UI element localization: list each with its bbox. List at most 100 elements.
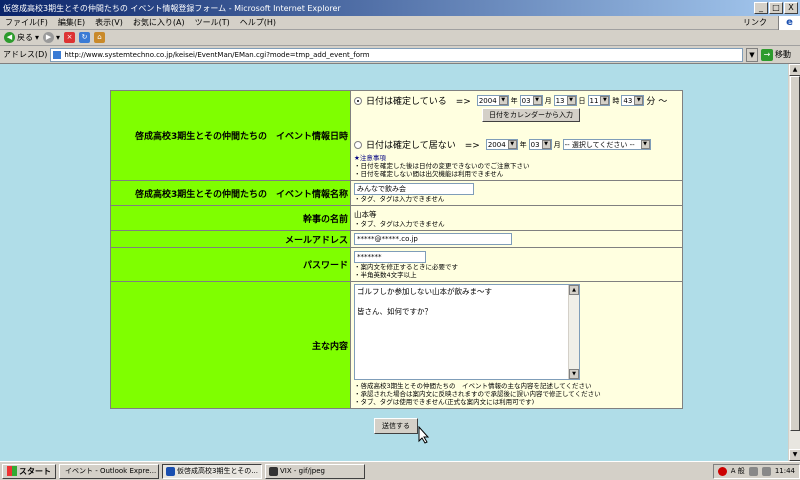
year2-unit: 年 (519, 140, 527, 149)
organizer-value[interactable]: 山本等 (354, 209, 679, 220)
calendar-input-button[interactable]: 日付をカレンダーから入力 (482, 108, 580, 122)
scrollbar-thumb[interactable] (790, 76, 800, 431)
menu-view[interactable]: 表示(V) (90, 17, 128, 28)
task-label: 仮啓成高校3期生とその... (177, 467, 258, 475)
organizer-field: 山本等 ・タブ、タグは入力できません (350, 205, 683, 231)
submit-button[interactable]: 送信する (374, 418, 418, 434)
submit-container: 送信する (374, 418, 418, 434)
menu-file[interactable]: ファイル(F) (0, 17, 53, 28)
window-title: 仮啓成高校3期生とその仲間たちの イベント情報登録フォーム - Microsof… (3, 3, 341, 13)
start-button[interactable]: スタート (2, 463, 56, 479)
content-note-1: ・啓成高校3期生とその仲間たちの イベント情報の主な内容を記述してください (354, 382, 592, 390)
day-select[interactable]: 13 ▼ (553, 95, 577, 106)
menu-tools[interactable]: ツール(T) (190, 17, 235, 28)
chevron-down-icon[interactable]: ▾ (56, 33, 60, 42)
refresh-icon: ↻ (79, 32, 91, 43)
stop-button[interactable]: × (64, 32, 76, 43)
taskbar-item-vix[interactable]: VIX - gif/jpeg (265, 463, 365, 479)
forward-arrow-icon: ▶ (43, 32, 55, 43)
event-name-note: ・タグ、タグは入力できません (354, 195, 445, 203)
page-icon (53, 50, 62, 59)
page-scrollbar[interactable]: ▲ ▼ (788, 64, 800, 461)
password-note-1: ・案内文を修正するときに必要です (354, 262, 458, 271)
start-label: スタート (19, 466, 51, 476)
page-content: 啓成高校3期生とその仲間たちの イベント情報日時 日付は確定している => 20… (0, 64, 788, 461)
home-button[interactable]: ⌂ (94, 32, 106, 43)
month-select[interactable]: 03 ▼ (519, 95, 543, 106)
event-name-field: みんなで飲み会 ・タグ、タグは入力できません (350, 180, 683, 206)
event-name-label: 啓成高校3期生とその仲間たちの イベント情報名称 (110, 180, 351, 206)
address-url: http://www.systemtechno.co.jp/keisei/Eve… (64, 50, 370, 59)
month-unit: 月 (544, 96, 552, 105)
chevron-down-icon: ▼ (541, 140, 551, 149)
chevron-down-icon: ▼ (640, 140, 650, 149)
minute-unit: 分 〜 (646, 97, 668, 107)
chevron-down-icon: ▼ (532, 96, 542, 105)
year-select[interactable]: 2004 ▼ (476, 95, 509, 106)
event-form-table: 啓成高校3期生とその仲間たちの イベント情報日時 日付は確定している => 20… (110, 90, 683, 409)
minimize-button[interactable]: _ (754, 2, 768, 14)
address-dropdown-button[interactable]: ▼ (746, 47, 758, 62)
textarea-scrollbar[interactable]: ▲ ▼ (568, 285, 579, 379)
taskbar-item-ie[interactable]: 仮啓成高校3期生とその... (162, 463, 262, 479)
password-input[interactable]: ******* (354, 250, 426, 263)
maximize-button[interactable]: □ (769, 2, 783, 14)
clock[interactable]: 11:44 (775, 467, 795, 475)
taskbar: スタート イベント - Outlook Expre... 仮啓成高校3期生とその… (0, 461, 800, 480)
mouse-cursor-icon (418, 426, 430, 444)
datetime-note-1: ・日付を確定した後は日付の変更できないのでご注意下さい (354, 162, 530, 170)
date-fixed-radio[interactable] (354, 96, 362, 105)
back-button[interactable]: ◀ 戻る ▾ (4, 32, 39, 43)
content-line-2: 皆さん、如何ですか？ (357, 307, 432, 316)
stop-icon: × (64, 32, 76, 43)
scroll-down-icon[interactable]: ▼ (789, 449, 800, 461)
content-field: ゴルフしか参加しない山本が飲みま〜す 皆さん、如何ですか？ ▲ ▼ ・啓成高校3… (350, 281, 683, 409)
content-textarea[interactable]: ゴルフしか参加しない山本が飲みま〜す 皆さん、如何ですか？ ▲ ▼ (354, 284, 580, 380)
address-input[interactable]: http://www.systemtechno.co.jp/keisei/Eve… (50, 47, 743, 62)
go-label: 移動 (775, 50, 791, 59)
month2-select[interactable]: 03 ▼ (528, 139, 552, 150)
links-label[interactable]: リンク (738, 17, 772, 28)
window-titlebar[interactable]: 仮啓成高校3期生とその仲間たちの イベント情報登録フォーム - Microsof… (0, 0, 800, 16)
datetime-note-2: ・日付を確定しない間は出欠機能は利用できません (354, 170, 504, 178)
minute-select[interactable]: 43 ▼ (621, 95, 645, 106)
year2-select[interactable]: 2004 ▼ (485, 139, 518, 150)
address-bar: アドレス(D) http://www.systemtechno.co.jp/ke… (0, 46, 800, 64)
hour-select[interactable]: 11 ▼ (587, 95, 611, 106)
password-label: パスワード (110, 247, 351, 282)
scroll-down-icon[interactable]: ▼ (569, 369, 579, 379)
volume-icon[interactable] (761, 466, 771, 476)
year-unit: 年 (510, 96, 518, 105)
scroll-up-icon[interactable]: ▲ (569, 285, 579, 295)
table-row: 啓成高校3期生とその仲間たちの イベント情報日時 日付は確定している => 20… (110, 90, 683, 181)
ime-mode[interactable]: A 般 (731, 466, 745, 476)
forward-button[interactable]: ▶ ▾ (43, 32, 60, 43)
email-input[interactable]: *****@*****.co.jp (354, 233, 512, 245)
password-note-2: ・半角英数4文字以上 (354, 270, 417, 279)
refresh-button[interactable]: ↻ (79, 32, 91, 43)
close-button[interactable]: X (784, 2, 798, 14)
month2-unit: 月 (553, 140, 561, 149)
back-label: 戻る (17, 33, 33, 42)
day-unit: 日 (578, 96, 586, 105)
menu-edit[interactable]: 編集(E) (53, 17, 90, 28)
table-row: メールアドレス *****@*****.co.jp (110, 230, 683, 248)
menu-favorites[interactable]: お気に入り(A) (128, 17, 190, 28)
ime-icon[interactable] (717, 466, 727, 476)
chevron-down-icon: ▼ (498, 96, 508, 105)
windows-logo-icon (7, 466, 17, 476)
chevron-down-icon[interactable]: ▾ (35, 33, 39, 42)
menu-help[interactable]: ヘルプ(H) (235, 17, 281, 28)
address-label: アドレス(D) (3, 50, 48, 59)
chevron-down-icon: ▼ (507, 140, 517, 149)
email-label: メールアドレス (110, 230, 351, 248)
event-name-input[interactable]: みんなで飲み会 (354, 183, 474, 195)
period-select[interactable]: -- 選択してください -- ▼ (562, 139, 651, 150)
go-button[interactable]: → 移動 (761, 48, 797, 61)
network-icon[interactable] (748, 466, 758, 476)
content-note-2: ・承認された場合は案内文に反映されますので承認後に誤い内容で修正してください (354, 390, 601, 398)
date-unfixed-radio[interactable] (354, 140, 362, 149)
taskbar-item-outlook[interactable]: イベント - Outlook Expre... (59, 463, 159, 479)
datetime-field: 日付は確定している => 2004 ▼ 年 03 ▼ 月 13 ▼ 日 11 ▼ 時 4… (350, 90, 683, 181)
scroll-up-icon[interactable]: ▲ (789, 64, 800, 76)
